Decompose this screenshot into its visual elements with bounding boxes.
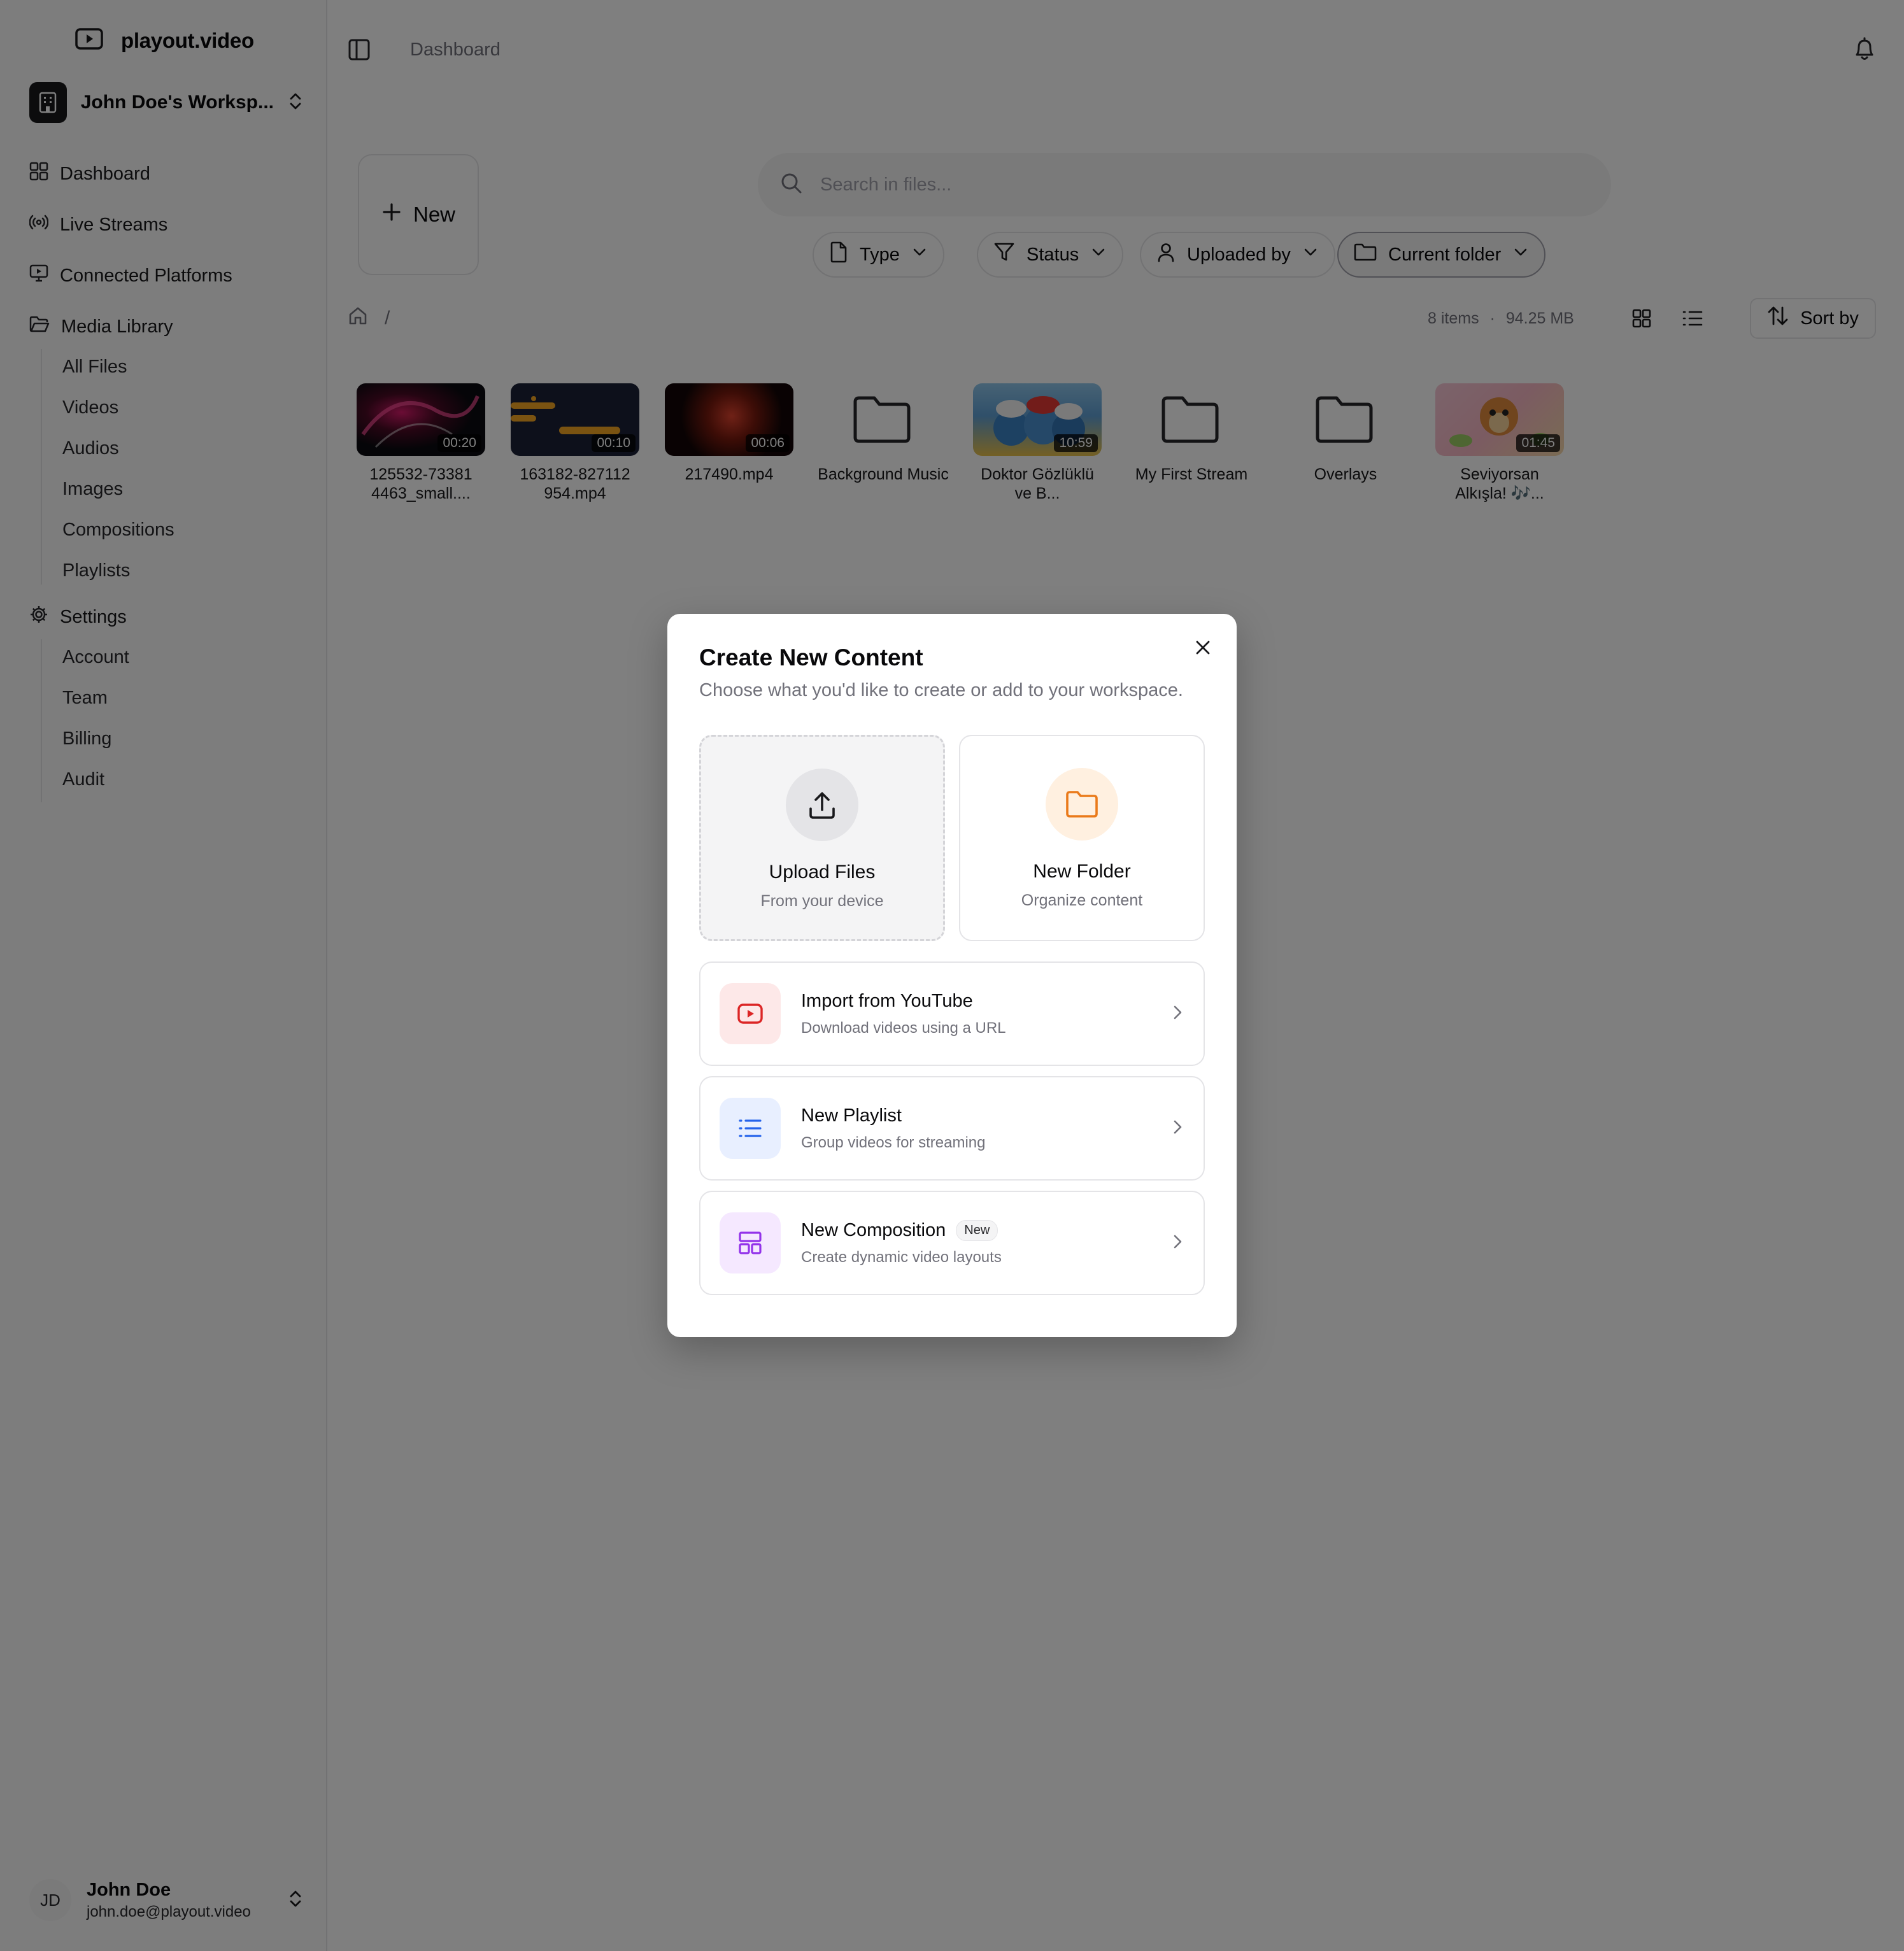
- chevron-right-icon: [1170, 1233, 1184, 1253]
- new-composition-subtitle: Create dynamic video layouts: [801, 1248, 1002, 1266]
- chevron-right-icon: [1170, 1119, 1184, 1139]
- upload-files-title: Upload Files: [769, 862, 876, 883]
- upload-icon: [786, 769, 858, 841]
- new-composition-option[interactable]: New Composition New Create dynamic video…: [699, 1191, 1205, 1295]
- folder-icon: [1046, 768, 1118, 841]
- dialog-subtitle: Choose what you'd like to create or add …: [699, 680, 1183, 700]
- dialog-title: Create New Content: [699, 644, 923, 670]
- layout-icon: [720, 1212, 781, 1273]
- new-playlist-option[interactable]: New Playlist Group videos for streaming: [699, 1076, 1205, 1181]
- import-youtube-subtitle: Download videos using a URL: [801, 1019, 1006, 1037]
- create-content-dialog: Create New Content Choose what you'd lik…: [667, 614, 1237, 1337]
- new-folder-subtitle: Organize content: [1021, 891, 1143, 909]
- youtube-icon: [720, 983, 781, 1044]
- upload-files-subtitle: From your device: [760, 892, 884, 910]
- new-composition-title: New Composition: [801, 1219, 946, 1240]
- new-playlist-subtitle: Group videos for streaming: [801, 1133, 986, 1151]
- list-icon: [720, 1098, 781, 1159]
- upload-files-card[interactable]: Upload Files From your device: [699, 735, 945, 941]
- import-youtube-title: Import from YouTube: [801, 990, 973, 1011]
- import-youtube-option[interactable]: Import from YouTube Download videos usin…: [699, 961, 1205, 1066]
- new-folder-card[interactable]: New Folder Organize content: [959, 735, 1205, 941]
- chevron-right-icon: [1170, 1004, 1184, 1024]
- close-icon[interactable]: [1188, 633, 1218, 662]
- new-folder-title: New Folder: [1033, 861, 1131, 882]
- new-playlist-title: New Playlist: [801, 1105, 902, 1126]
- new-badge: New: [956, 1219, 998, 1241]
